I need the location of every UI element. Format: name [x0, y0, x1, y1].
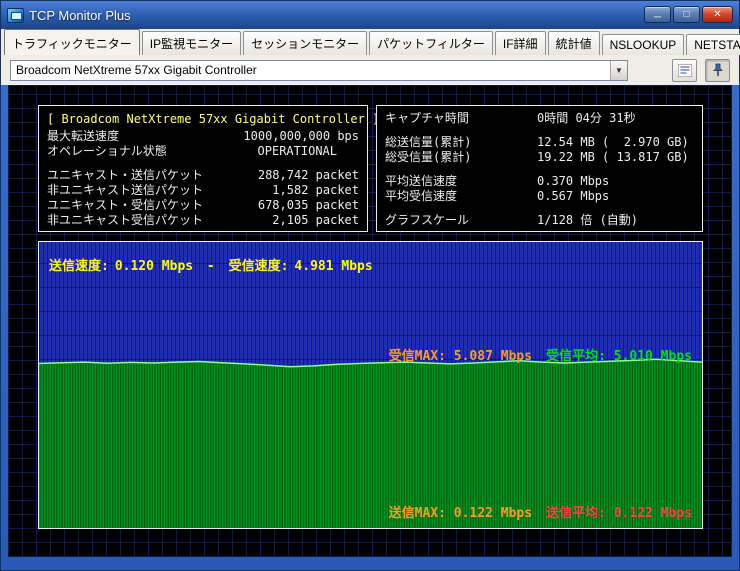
- info-row: グラフスケール 1/128 倍 (自動): [385, 213, 639, 227]
- tx-speed-label: 送信速度:: [49, 259, 109, 274]
- tab-if-detail[interactable]: IF詳細: [494, 31, 546, 55]
- tab-ip-monitor[interactable]: IP監視モニター: [141, 31, 242, 55]
- info-row: 平均送信速度 0.370 Mbps: [385, 174, 610, 188]
- info-row: キャプチャ時間 0時間 04分 31秒: [385, 111, 636, 125]
- rx-max-value: 5.087 Mbps: [453, 349, 533, 364]
- maximize-button[interactable]: □: [673, 6, 700, 23]
- tx-stats-line: 送信MAX: 0.122 Mbps 送信平均: 0.122 Mbps: [389, 502, 692, 521]
- rx-avg-label: 受信平均:: [546, 349, 606, 364]
- traffic-graph: 送信速度: 0.120 Mbps - 受信速度: 4.981 Mbps 受信MAX:…: [38, 241, 703, 529]
- tx-speed-value: 0.120 Mbps: [114, 259, 194, 274]
- rx-graph-area: [39, 242, 702, 528]
- log-list-button[interactable]: [672, 58, 697, 82]
- chevron-down-icon[interactable]: ▼: [610, 60, 627, 80]
- tx-avg-label: 送信平均:: [546, 506, 606, 521]
- tab-session-monitor[interactable]: セッションモニター: [243, 31, 368, 55]
- adapter-info-title: [ Broadcom NetXtreme 57xx Gigabit Contro…: [47, 112, 380, 126]
- minimize-icon: ─: [653, 12, 662, 23]
- graph-speed-header: 送信速度: 0.120 Mbps - 受信速度: 4.981 Mbps: [49, 259, 373, 274]
- pushpin-icon: [712, 63, 723, 76]
- close-button[interactable]: ✕: [702, 6, 733, 23]
- app-icon: [7, 7, 24, 23]
- tab-bar: トラフィックモニター IP監視モニター セッションモニター パケットフィルター …: [1, 29, 740, 55]
- toolbar: Broadcom NetXtreme 57xx Gigabit Controll…: [1, 55, 739, 85]
- close-icon: ✕: [713, 9, 722, 20]
- monitor-area: [ Broadcom NetXtreme 57xx Gigabit Contro…: [8, 85, 732, 557]
- rx-speed-value: 4.981 Mbps: [294, 259, 373, 274]
- info-row: 非ユニキャスト受信パケット 2,105 packet: [47, 213, 359, 227]
- info-row: 平均受信速度 0.567 Mbps: [385, 189, 610, 203]
- tab-packet-filter[interactable]: パケットフィルター: [369, 31, 493, 55]
- info-row: 最大転送速度 1000,000,000 bps: [47, 129, 359, 143]
- info-row: ユニキャスト・送信パケット 288,742 packet: [47, 168, 359, 182]
- tab-nslookup[interactable]: NSLOOKUP: [601, 34, 685, 55]
- tx-max-label: 送信MAX:: [388, 506, 446, 521]
- minimize-button[interactable]: ─: [644, 6, 671, 23]
- tab-traffic-monitor[interactable]: トラフィックモニター: [4, 29, 140, 55]
- titlebar[interactable]: TCP Monitor Plus ─ □ ✕: [1, 1, 739, 29]
- rx-stats-line: 受信MAX: 5.087 Mbps 受信平均: 5.010 Mbps: [389, 345, 692, 364]
- rx-avg-value: 5.010 Mbps: [613, 349, 692, 364]
- tab-netstat[interactable]: NETSTAT: [686, 34, 740, 55]
- app-window: TCP Monitor Plus ─ □ ✕ トラフィックモニター IP監視モニ…: [0, 0, 740, 571]
- rx-max-label: 受信MAX:: [388, 349, 446, 364]
- maximize-icon: □: [683, 9, 690, 20]
- tab-statistics[interactable]: 統計値: [547, 31, 600, 55]
- info-row: ユニキャスト・受信パケット 678,035 packet: [47, 198, 359, 212]
- info-row: 総受信量(累計) 19.22 MB ( 13.817 GB): [385, 150, 689, 164]
- pin-topmost-button[interactable]: [705, 58, 730, 82]
- adapter-info-panel: [ Broadcom NetXtreme 57xx Gigabit Contro…: [38, 105, 380, 232]
- info-row: 非ユニキャスト送信パケット 1,582 packet: [47, 183, 359, 197]
- info-row: オペレーショナル状態 OPERATIONAL: [47, 144, 337, 158]
- tx-avg-value: 0.122 Mbps: [613, 506, 692, 521]
- adapter-select-value: Broadcom NetXtreme 57xx Gigabit Controll…: [16, 63, 257, 77]
- list-icon: [677, 63, 692, 77]
- rx-speed-label: 受信速度:: [228, 259, 289, 274]
- window-controls: ─ □ ✕: [644, 6, 733, 23]
- adapter-select[interactable]: Broadcom NetXtreme 57xx Gigabit Controll…: [10, 59, 628, 81]
- tx-max-value: 0.122 Mbps: [453, 506, 533, 521]
- info-row: 総送信量(累計) 12.54 MB ( 2.970 GB): [385, 135, 689, 149]
- capture-stats-panel: キャプチャ時間 0時間 04分 31秒 総送信量(累計) 12.54 MB ( 2.…: [376, 105, 703, 232]
- window-title: TCP Monitor Plus: [29, 7, 131, 23]
